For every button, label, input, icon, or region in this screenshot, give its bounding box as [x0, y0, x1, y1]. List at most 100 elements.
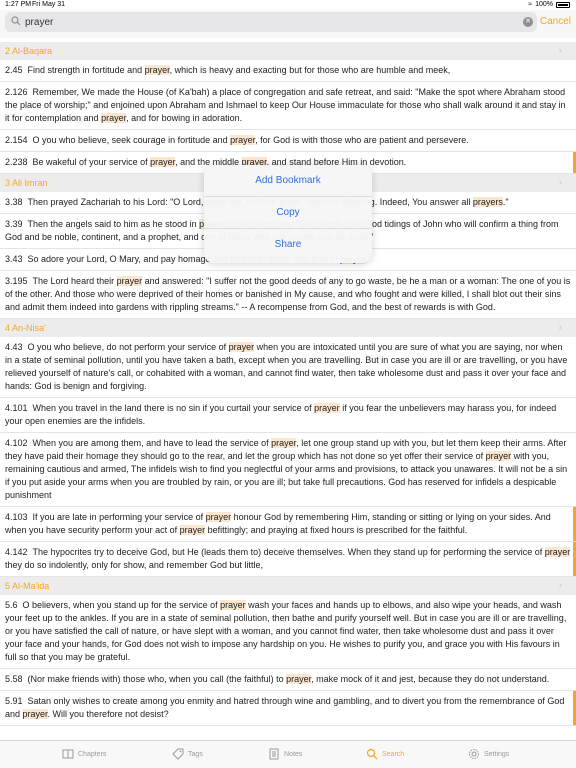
section-title: 2 Al-Baqara: [5, 46, 53, 56]
search-match-highlight: prayer: [230, 135, 256, 145]
status-bar: 1:27 PM Fri May 31 ≈ 100%: [0, 0, 576, 10]
search-match-highlight: prayer: [205, 512, 232, 522]
search-match-highlight: prayer: [314, 403, 340, 413]
status-time: 1:27 PM: [5, 1, 32, 8]
verse-number: 4.103: [5, 512, 28, 522]
tab-chapters[interactable]: Chapters: [62, 748, 106, 760]
battery-percent: 100%: [535, 1, 553, 8]
verse-text: The Lord heard their prayer and answered…: [5, 276, 571, 312]
verse-number: 5.58: [5, 674, 23, 684]
search-match-highlight: prayer: [179, 525, 206, 535]
search-match-highlight: prayer: [150, 157, 176, 167]
section-title: 4 An-Nisa': [5, 323, 46, 333]
search-results[interactable]: 2 Al-Baqara › 2.45 Find strength in fortitu…: [0, 42, 576, 740]
verse-row[interactable]: 5.91 Satan only wishes to create among yo…: [0, 691, 576, 726]
tab-notes-label: Notes: [284, 750, 303, 758]
verse-number: 3.43: [5, 254, 23, 264]
section-header[interactable]: 2 Al-Baqara ›: [0, 42, 576, 60]
search-match-highlight: prayers: [472, 197, 503, 207]
verse-text: O believers, when you stand up for the s…: [5, 600, 567, 662]
verse-row[interactable]: 4.142 The hypocrites try to deceive God, …: [0, 542, 576, 577]
section-header[interactable]: 5 Al-Ma'ida ›: [0, 577, 576, 595]
verse-number: 2.154: [5, 135, 28, 145]
section-title: 5 Al-Ma'ida: [5, 581, 50, 591]
verse-number: 5.6: [5, 600, 18, 610]
tab-notes[interactable]: Notes: [268, 748, 302, 760]
chevron-right-icon: ›: [558, 580, 562, 591]
tab-search[interactable]: Search: [366, 748, 404, 760]
verse-number: 5.91: [5, 696, 23, 706]
verse-row[interactable]: 2.45 Find strength in fortitude and praye…: [0, 60, 576, 82]
verse-number: 2.126: [5, 87, 28, 97]
tab-tags[interactable]: Tags: [172, 748, 203, 760]
search-match-highlight: prayer: [485, 451, 512, 461]
tab-search-label: Search: [382, 750, 405, 758]
battery-icon: [556, 1, 570, 8]
tab-settings-label: Settings: [484, 750, 510, 758]
verse-text: Find strength in fortitude and prayer, w…: [27, 65, 451, 75]
chevron-right-icon: ›: [558, 45, 562, 56]
verse-number: 4.101: [5, 403, 28, 413]
tab-chapters-label: Chapters: [78, 750, 107, 758]
section-title: 3 Ali Imran: [5, 178, 48, 188]
verse-row[interactable]: 5.6 O believers, when you stand up for th…: [0, 595, 576, 669]
search-input[interactable]: [25, 12, 515, 32]
magnifier-icon: [366, 748, 378, 760]
search-match-highlight: prayer: [116, 276, 143, 286]
verse-text: Satan only wishes to create among you en…: [5, 696, 565, 719]
clear-icon[interactable]: ✕: [523, 17, 533, 27]
verse-row[interactable]: 4.43 O you who believe, do not perform yo…: [0, 337, 576, 398]
book-icon: [62, 749, 74, 759]
search-match-highlight: prayer: [144, 65, 170, 75]
verse-number: 2.238: [5, 157, 28, 167]
verse-row[interactable]: 2.126 Remember, We made the House (of Ka'…: [0, 82, 576, 130]
context-menu: Add Bookmark Copy Share: [204, 165, 372, 263]
tab-settings[interactable]: Settings: [468, 748, 509, 760]
section-header[interactable]: 4 An-Nisa' ›: [0, 319, 576, 337]
verse-text: The hypocrites try to deceive God, but H…: [5, 547, 571, 570]
verse-text: O you who believe, seek courage in forti…: [32, 135, 469, 145]
gear-icon: [469, 749, 479, 759]
verse-text: (Nor make friends with) those who, when …: [27, 674, 550, 684]
tab-tags-label: Tags: [188, 750, 203, 758]
verse-text: If you are late in performing your servi…: [5, 512, 551, 535]
verse-row[interactable]: 2.154 O you who believe, seek courage in …: [0, 130, 576, 152]
search-bar: ✕ Cancel: [0, 10, 576, 38]
verse-row[interactable]: 4.101 When you travel in the land there i…: [0, 398, 576, 433]
status-right: ≈ 100%: [528, 1, 570, 8]
search-field[interactable]: ✕: [5, 12, 537, 32]
search-match-highlight: prayer: [101, 113, 127, 123]
search-match-highlight: prayer: [220, 600, 246, 610]
share-menu-item[interactable]: Share: [204, 229, 372, 261]
search-match-highlight: prayer: [286, 674, 312, 684]
verse-number: 4.142: [5, 547, 28, 557]
copy-menu-item[interactable]: Copy: [204, 197, 372, 229]
search-match-highlight: prayer: [544, 547, 571, 557]
cancel-button[interactable]: Cancel: [540, 16, 571, 27]
search-match-highlight: prayer: [228, 342, 255, 352]
verse-number: 4.102: [5, 438, 28, 448]
search-match-highlight: prayer: [22, 709, 48, 719]
chevron-right-icon: ›: [558, 177, 562, 188]
verse-text: When you travel in the land there is no …: [5, 403, 557, 426]
add-bookmark-menu-item[interactable]: Add Bookmark: [204, 165, 372, 197]
tab-bar: Chapters Tags Notes Search Settings: [0, 740, 576, 768]
verse-number: 3.39: [5, 219, 23, 229]
status-date: Fri May 31: [32, 1, 66, 8]
search-icon: [11, 16, 21, 26]
search-match-highlight: prayer: [271, 438, 297, 448]
verse-row[interactable]: 4.102 When you are among them, and have t…: [0, 433, 576, 507]
tag-icon: [172, 748, 184, 760]
verse-row[interactable]: 5.58 (Nor make friends with) those who, w…: [0, 669, 576, 691]
notes-icon: [269, 748, 279, 760]
verse-number: 2.45: [5, 65, 23, 75]
verse-number: 3.38: [5, 197, 23, 207]
verse-text: When you are among them, and have to lea…: [5, 438, 568, 500]
verse-row[interactable]: 3.195 The Lord heard their prayer and ans…: [0, 271, 576, 319]
verse-number: 4.43: [5, 342, 23, 352]
verse-row[interactable]: 4.103 If you are late in performing your …: [0, 507, 576, 542]
chevron-right-icon: ›: [558, 322, 562, 333]
verse-text: O you who believe, do not perform your s…: [5, 342, 568, 391]
verse-text: Remember, We made the House (of Ka'bah) …: [5, 87, 566, 123]
verse-number: 3.195: [5, 276, 28, 286]
